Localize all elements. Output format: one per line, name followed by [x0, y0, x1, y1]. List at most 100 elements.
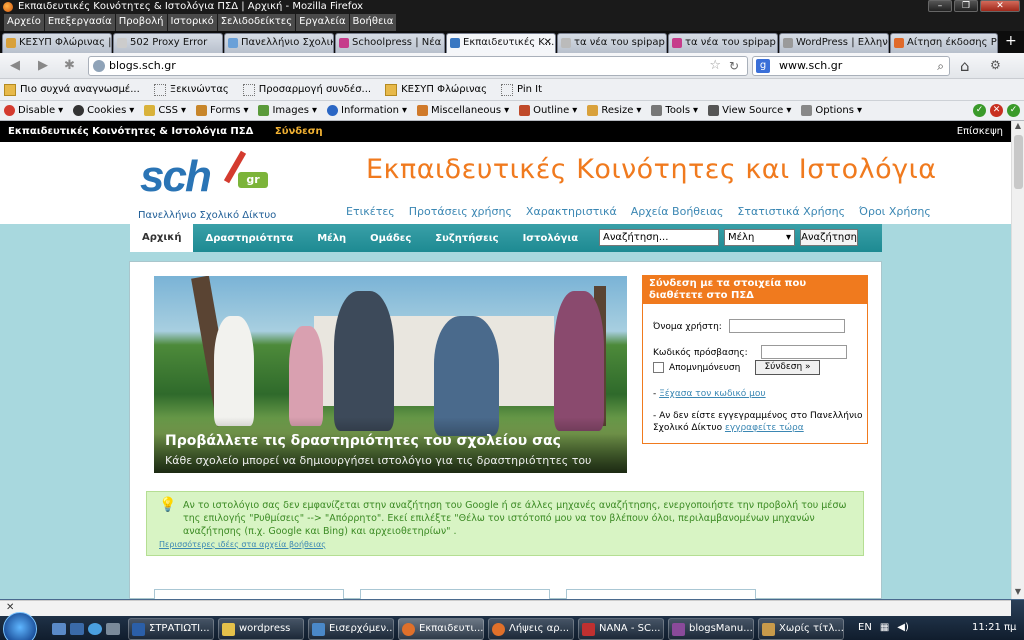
- login-button[interactable]: Σύνδεση »: [755, 360, 820, 375]
- show-desktop-icon[interactable]: [52, 623, 66, 635]
- register-link[interactable]: εγγραφείτε τώρα: [725, 423, 804, 433]
- nav-activity[interactable]: Δραστηριότητα: [193, 233, 305, 244]
- link-terms[interactable]: Όροι Χρήσης: [859, 205, 931, 218]
- menu-help[interactable]: Βοήθεια: [349, 14, 397, 31]
- bookmark-customize[interactable]: Προσαρμογή συνδέσ...: [242, 83, 371, 96]
- bookmark-most-visited[interactable]: Πιο συχνά αναγνωσμέ...: [4, 83, 140, 96]
- reload-icon[interactable]: ↻: [729, 57, 739, 75]
- taskbar-item-stratiotika[interactable]: ΣΤΡΑΤΙΩΤΙ...: [128, 618, 214, 640]
- maximize-button[interactable]: ❐: [954, 0, 978, 12]
- taskbar-item-nana[interactable]: NANA - SC...: [578, 618, 664, 640]
- close-tab-icon[interactable]: ✕: [544, 34, 552, 52]
- wd-information[interactable]: Information ▾: [327, 105, 407, 116]
- menu-view[interactable]: Προβολή: [115, 14, 167, 31]
- menu-history[interactable]: Ιστορικό: [167, 14, 217, 31]
- tab-pin[interactable]: Αίτηση έκδοσης PIN: [890, 33, 998, 53]
- tray-network-icon[interactable]: ▦: [880, 622, 889, 633]
- home-icon[interactable]: ⌂: [960, 57, 970, 75]
- wd-misc[interactable]: Miscellaneous ▾: [416, 105, 509, 116]
- taskbar-item-inbox[interactable]: Εισερχόμεν...: [308, 618, 394, 640]
- sch-logo[interactable]: sch gr Πανελλήνιο Σχολικό Δίκτυο: [138, 150, 276, 221]
- link-features[interactable]: Χαρακτηριστικά: [526, 205, 617, 218]
- bookmark-star-icon[interactable]: ☆: [709, 57, 721, 75]
- new-tab-button[interactable]: +: [999, 31, 1017, 53]
- taskbar-item-wordpress[interactable]: wordpress: [218, 618, 304, 640]
- wd-view-source[interactable]: View Source ▾: [708, 105, 791, 116]
- tab-active-blogs[interactable]: Εκπαιδευτικές Κ... ✕: [446, 33, 556, 53]
- wd-cookies[interactable]: Cookies ▾: [73, 105, 134, 116]
- scroll-thumb[interactable]: [1014, 135, 1023, 189]
- strip-visit-menu[interactable]: Επίσκεψη: [957, 121, 1003, 142]
- remember-checkbox[interactable]: [653, 362, 664, 373]
- wd-forms[interactable]: Forms ▾: [196, 105, 248, 116]
- site-search-input[interactable]: Αναζήτηση...: [599, 229, 719, 246]
- menu-tools[interactable]: Εργαλεία: [296, 14, 349, 31]
- back-icon[interactable]: ◀: [10, 58, 20, 73]
- search-scope-select[interactable]: Μέλη: [724, 229, 795, 246]
- google-engine-icon[interactable]: g: [756, 59, 770, 73]
- tab-schoolpress[interactable]: Schoolpress | Νέα Υ...: [335, 33, 445, 53]
- wd-outline[interactable]: Outline ▾: [519, 105, 577, 116]
- link-usage-stats[interactable]: Στατιστικά Χρήσης: [737, 205, 845, 218]
- nav-discussions[interactable]: Συζητήσεις: [423, 233, 510, 244]
- tray-volume-icon[interactable]: ◀): [897, 622, 909, 633]
- tab-proxy-error[interactable]: 502 Proxy Error: [113, 33, 223, 53]
- start-button[interactable]: [3, 612, 37, 640]
- language-indicator[interactable]: EN: [858, 622, 872, 633]
- hero-banner[interactable]: Προβάλλετε τις δραστηριότητες του σχολεί…: [154, 276, 627, 473]
- ie-icon[interactable]: [88, 623, 102, 635]
- vertical-scrollbar[interactable]: ▲ ▼: [1011, 121, 1024, 599]
- wd-css[interactable]: CSS ▾: [144, 105, 186, 116]
- addon-icon[interactable]: ⚙: [990, 58, 1001, 72]
- wd-resize[interactable]: Resize ▾: [587, 105, 641, 116]
- clock[interactable]: 11:21 πμ: [972, 622, 1016, 633]
- bookmark-kesyp[interactable]: ΚΕΣΥΠ Φλώρινας: [385, 83, 487, 96]
- nav-blogs[interactable]: Ιστολόγια: [511, 233, 591, 244]
- wd-options[interactable]: Options ▾: [801, 105, 862, 116]
- wd-disable[interactable]: Disable ▾: [4, 105, 63, 116]
- wd-images[interactable]: Images ▾: [258, 105, 317, 116]
- tab-kesyp[interactable]: ΚΕΣΥΠ Φλώρινας | ...: [2, 33, 112, 53]
- bookmark-getting-started[interactable]: Ξεκινώντας: [153, 83, 229, 96]
- taskbar-item-downloads[interactable]: Λήψεις αρ...: [488, 618, 574, 640]
- nav-members[interactable]: Μέλη: [305, 233, 358, 244]
- close-addon-bar-icon[interactable]: ✕: [6, 602, 14, 613]
- valid-icon[interactable]: ✓: [1007, 104, 1020, 117]
- menu-edit[interactable]: Επεξεργασία: [44, 14, 115, 31]
- password-field[interactable]: [761, 345, 847, 359]
- quicklaunch-icon[interactable]: [106, 623, 120, 635]
- tab-panellinio[interactable]: Πανελλήνιο Σχολικ...: [224, 33, 334, 53]
- username-field[interactable]: [729, 319, 845, 333]
- scroll-up-icon[interactable]: ▲: [1012, 121, 1024, 133]
- close-window-button[interactable]: ✕: [980, 0, 1020, 12]
- url-bar[interactable]: blogs.sch.gr ☆ ↻: [88, 56, 748, 76]
- puzzle-icon[interactable]: ✱: [64, 58, 75, 73]
- wd-tools[interactable]: Tools ▾: [651, 105, 698, 116]
- nav-groups[interactable]: Ομάδες: [358, 233, 423, 244]
- taskbar-item-blogsmanual[interactable]: blogsManu...: [668, 618, 754, 640]
- tip-more-link[interactable]: Περισσότερες ιδέες στα αρχεία βοήθειας: [159, 538, 326, 551]
- link-usage-proposals[interactable]: Προτάσεις χρήσης: [409, 205, 512, 218]
- minimize-button[interactable]: –: [928, 0, 952, 12]
- scroll-down-icon[interactable]: ▼: [1012, 587, 1024, 599]
- tab-wordpress[interactable]: WordPress | Ελληνικά: [779, 33, 889, 53]
- site-search-button[interactable]: Αναζήτηση: [800, 229, 858, 246]
- menu-bookmarks[interactable]: Σελιδοδείκτες: [217, 14, 296, 31]
- taskbar-item-firefox[interactable]: Εκπαιδευτι...: [398, 618, 484, 640]
- search-bar[interactable]: g www.sch.gr ⌕: [752, 56, 950, 76]
- menu-file[interactable]: Αρχείο: [4, 14, 44, 31]
- tab-spipap-2[interactable]: τα νέα του spipap |...: [668, 33, 778, 53]
- link-help-files[interactable]: Αρχεία Βοήθειας: [631, 205, 724, 218]
- forward-icon[interactable]: ▶: [38, 58, 48, 73]
- bookmark-pin-it[interactable]: Pin It: [501, 83, 542, 96]
- site-strip-title[interactable]: Εκπαιδευτικές Κοινότητες & Ιστολόγια ΠΣΔ: [8, 126, 253, 137]
- error-icon[interactable]: ✕: [990, 104, 1003, 117]
- site-identity-icon[interactable]: [93, 60, 105, 72]
- tab-spipap-1[interactable]: τα νέα του spipap ...: [557, 33, 667, 53]
- explorer-icon[interactable]: [70, 623, 84, 635]
- link-tags[interactable]: Ετικέτες: [346, 205, 395, 218]
- nav-home[interactable]: Αρχική: [130, 224, 194, 252]
- search-icon[interactable]: ⌕: [937, 57, 944, 75]
- check-icon[interactable]: ✓: [973, 104, 986, 117]
- taskbar-item-untitled[interactable]: Χωρίς τίτλ...: [758, 618, 844, 640]
